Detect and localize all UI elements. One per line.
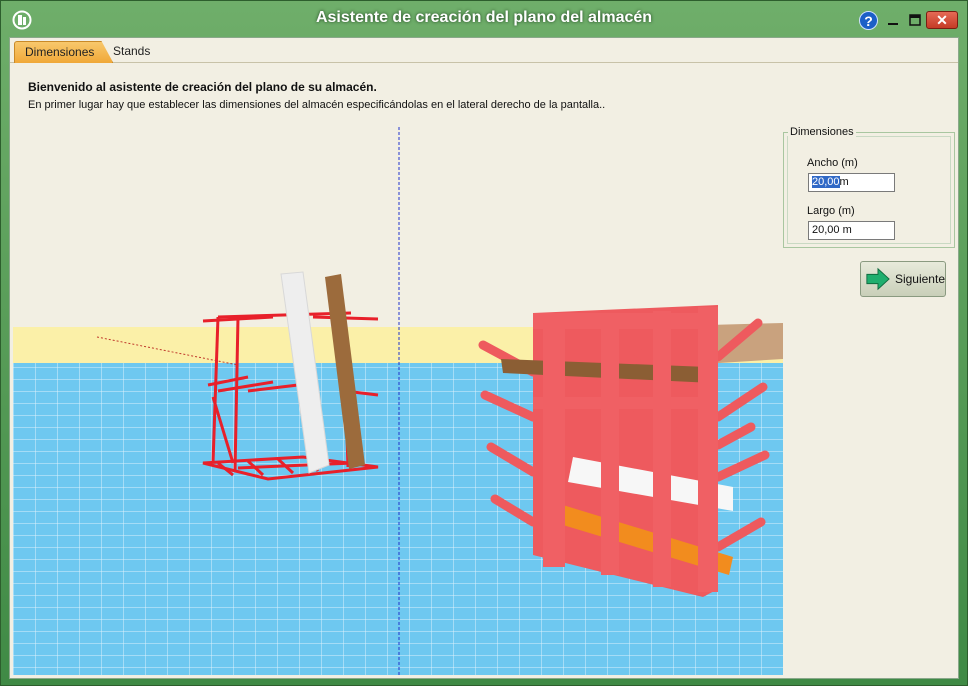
warehouse-3d-viewport[interactable]	[13, 127, 783, 675]
warehouse-scene	[13, 127, 783, 675]
minimize-icon	[888, 23, 898, 25]
length-label: Largo (m)	[807, 205, 855, 217]
next-button-label: Siguiente	[894, 272, 945, 286]
tab-stands[interactable]: Stands	[103, 41, 160, 62]
instructions-text: En primer lugar hay que establecer las d…	[28, 99, 606, 111]
width-unit: m	[839, 176, 849, 188]
welcome-heading: Bienvenido al asistente de creación del …	[28, 80, 377, 94]
minimize-button[interactable]	[883, 11, 903, 29]
title-bar[interactable]: Asistente de creación del plano del alma…	[1, 1, 967, 37]
arrow-right-icon	[866, 267, 890, 291]
dimensions-panel: Dimensiones Ancho (m) 20,00m Largo (m) 2…	[783, 126, 958, 677]
width-field[interactable]: 20,00m	[808, 173, 895, 192]
dimensions-legend: Dimensiones	[788, 126, 856, 138]
help-button[interactable]: ?	[859, 11, 878, 30]
width-value: 20,00	[812, 176, 840, 188]
client-area: Dimensiones Stands Bienvenido al asisten…	[9, 37, 959, 679]
tab-dimensiones[interactable]: Dimensiones	[14, 41, 114, 63]
maximize-icon	[909, 14, 921, 26]
tab-strip: Dimensiones Stands	[10, 38, 958, 63]
app-window: Asistente de creación del plano del alma…	[0, 0, 968, 686]
dimensions-group: Dimensiones Ancho (m) 20,00m Largo (m) 2…	[783, 126, 955, 248]
length-field[interactable]: 20,00 m	[808, 221, 895, 240]
width-label: Ancho (m)	[807, 157, 858, 169]
next-button[interactable]: Siguiente	[860, 261, 946, 297]
window-title: Asistente de creación del plano del alma…	[315, 9, 653, 26]
maximize-button[interactable]	[905, 11, 925, 29]
close-button[interactable]: ✕	[926, 11, 958, 29]
